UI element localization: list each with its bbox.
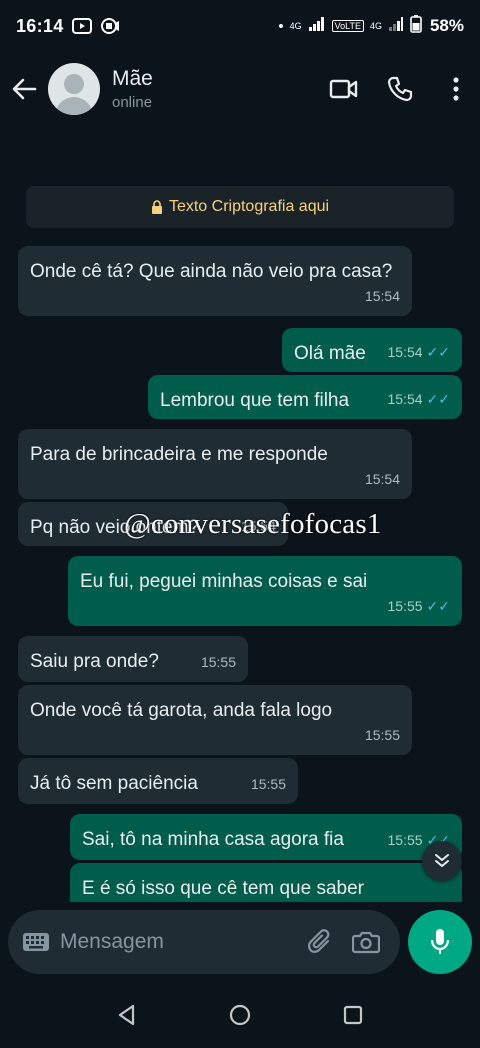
nav-recents-icon: [344, 1005, 363, 1025]
network-label-2: 4G: [369, 21, 382, 31]
camera-icon: [352, 931, 380, 954]
encryption-notice[interactable]: Texto Criptografia aqui: [26, 186, 454, 228]
double-check-icon: ✓✓: [426, 344, 450, 360]
screen-recorder-icon: [100, 17, 120, 35]
message-bubble[interactable]: Lembrou que tem filha 15:54 ✓✓: [148, 375, 462, 419]
system-navigation-bar: [0, 982, 480, 1048]
message-text: Sai, tô na minha casa agora fia: [82, 829, 344, 850]
message-text: Já tô sem paciência: [30, 773, 198, 794]
network-label-1: 4G: [289, 21, 302, 31]
nav-back-button[interactable]: [105, 993, 149, 1037]
double-check-icon: ✓✓: [426, 391, 450, 407]
status-right: • 4G VoLTE 4G 58%: [278, 15, 464, 37]
message-bubble[interactable]: Eu fui, peguei minhas coisas e sai 15:55…: [68, 556, 462, 626]
volte-badge: VoLTE: [331, 20, 364, 32]
video-call-icon: [329, 79, 358, 99]
battery-icon: [410, 15, 422, 37]
watermark-text: @conversasefofocas1: [124, 508, 382, 540]
paperclip-icon: [308, 929, 330, 953]
message-time: 15:54 ✓✓: [387, 339, 450, 366]
keyboard-button[interactable]: [22, 932, 50, 952]
message-bubble[interactable]: Já tô sem paciência 15:55: [18, 758, 298, 804]
contact-name: Mãe: [112, 67, 153, 90]
message-time: 15:55: [250, 776, 286, 792]
message-text: Onde você tá garota, anda fala logo: [30, 700, 333, 721]
more-options-icon: [453, 77, 459, 101]
message-text: Para de brincadeira e me responde: [30, 444, 328, 465]
attach-button[interactable]: [300, 922, 340, 962]
double-chevron-down-icon: [435, 854, 449, 867]
nav-home-button[interactable]: [218, 993, 262, 1037]
nav-recents-button[interactable]: [331, 993, 375, 1037]
avatar[interactable]: [48, 63, 100, 115]
chat-header: Mãe online: [0, 52, 480, 126]
message-text: Eu fui, peguei minhas coisas e sai: [80, 571, 368, 592]
back-arrow-icon: [12, 78, 37, 100]
scroll-down-button[interactable]: [422, 841, 462, 881]
more-options-button[interactable]: [432, 65, 480, 113]
message-bubble[interactable]: Onde cê tá? Que ainda não veio pra casa?…: [18, 246, 412, 316]
voice-message-button[interactable]: [408, 910, 472, 974]
contact-info[interactable]: Mãe online: [112, 67, 153, 111]
message-time: 15:54 ✓✓: [387, 386, 450, 413]
message-time: 15:54: [364, 471, 400, 487]
notification-dot-icon: •: [278, 17, 284, 35]
youtube-icon: [71, 17, 92, 35]
back-button[interactable]: [2, 67, 46, 111]
message-time: 15:55: [364, 727, 400, 743]
keyboard-icon: [23, 933, 49, 951]
phone-icon: [387, 76, 413, 102]
video-call-button[interactable]: [320, 65, 368, 113]
status-bar: 16:14 • 4G VoLTE 4G 58%: [0, 0, 480, 52]
message-input[interactable]: [60, 930, 294, 954]
message-text: Olá mãe: [294, 343, 366, 364]
message-bubble[interactable]: Para de brincadeira e me responde 15:54: [18, 429, 412, 499]
message-bubble[interactable]: Saiu pra onde? 15:55: [18, 636, 248, 682]
encryption-text: Texto Criptografia aqui: [168, 198, 330, 215]
double-check-icon: ✓✓: [426, 598, 450, 614]
message-text: Lembrou que tem filha: [160, 390, 350, 411]
message-time: 15:54: [364, 288, 400, 304]
header-actions: [312, 65, 480, 113]
message-text: Onde cê tá? Que ainda não veio pra casa?: [30, 261, 393, 282]
message-time: 15:55: [200, 654, 236, 670]
camera-button[interactable]: [346, 922, 386, 962]
message-bubble[interactable]: Sai, tô na minha casa agora fia 15:55 ✓✓: [70, 814, 462, 860]
signal-icon: [308, 16, 326, 36]
nav-home-icon: [229, 1004, 251, 1026]
message-time: 15:55 ✓✓: [387, 593, 450, 620]
lock-icon: [151, 200, 162, 214]
message-bubble[interactable]: Onde você tá garota, anda fala logo 15:5…: [18, 685, 412, 755]
chat-area[interactable]: Texto Criptografia aqui Onde cê tá? Que …: [0, 126, 480, 902]
message-bubble[interactable]: E é só isso que cê tem que saber: [70, 863, 462, 902]
nav-back-icon: [118, 1004, 134, 1026]
input-pill: [8, 910, 400, 974]
contact-status: online: [112, 94, 153, 111]
status-time: 16:14: [16, 15, 64, 36]
message-text: E é só isso que cê tem que saber: [82, 878, 364, 899]
microphone-icon: [430, 929, 450, 954]
battery-percent: 58%: [429, 16, 464, 35]
voice-call-button[interactable]: [376, 65, 424, 113]
signal-icon-2: [388, 16, 404, 36]
message-text: Saiu pra onde?: [30, 651, 159, 672]
message-composer: [0, 902, 480, 982]
message-bubble[interactable]: Olá mãe 15:54 ✓✓: [282, 328, 462, 372]
